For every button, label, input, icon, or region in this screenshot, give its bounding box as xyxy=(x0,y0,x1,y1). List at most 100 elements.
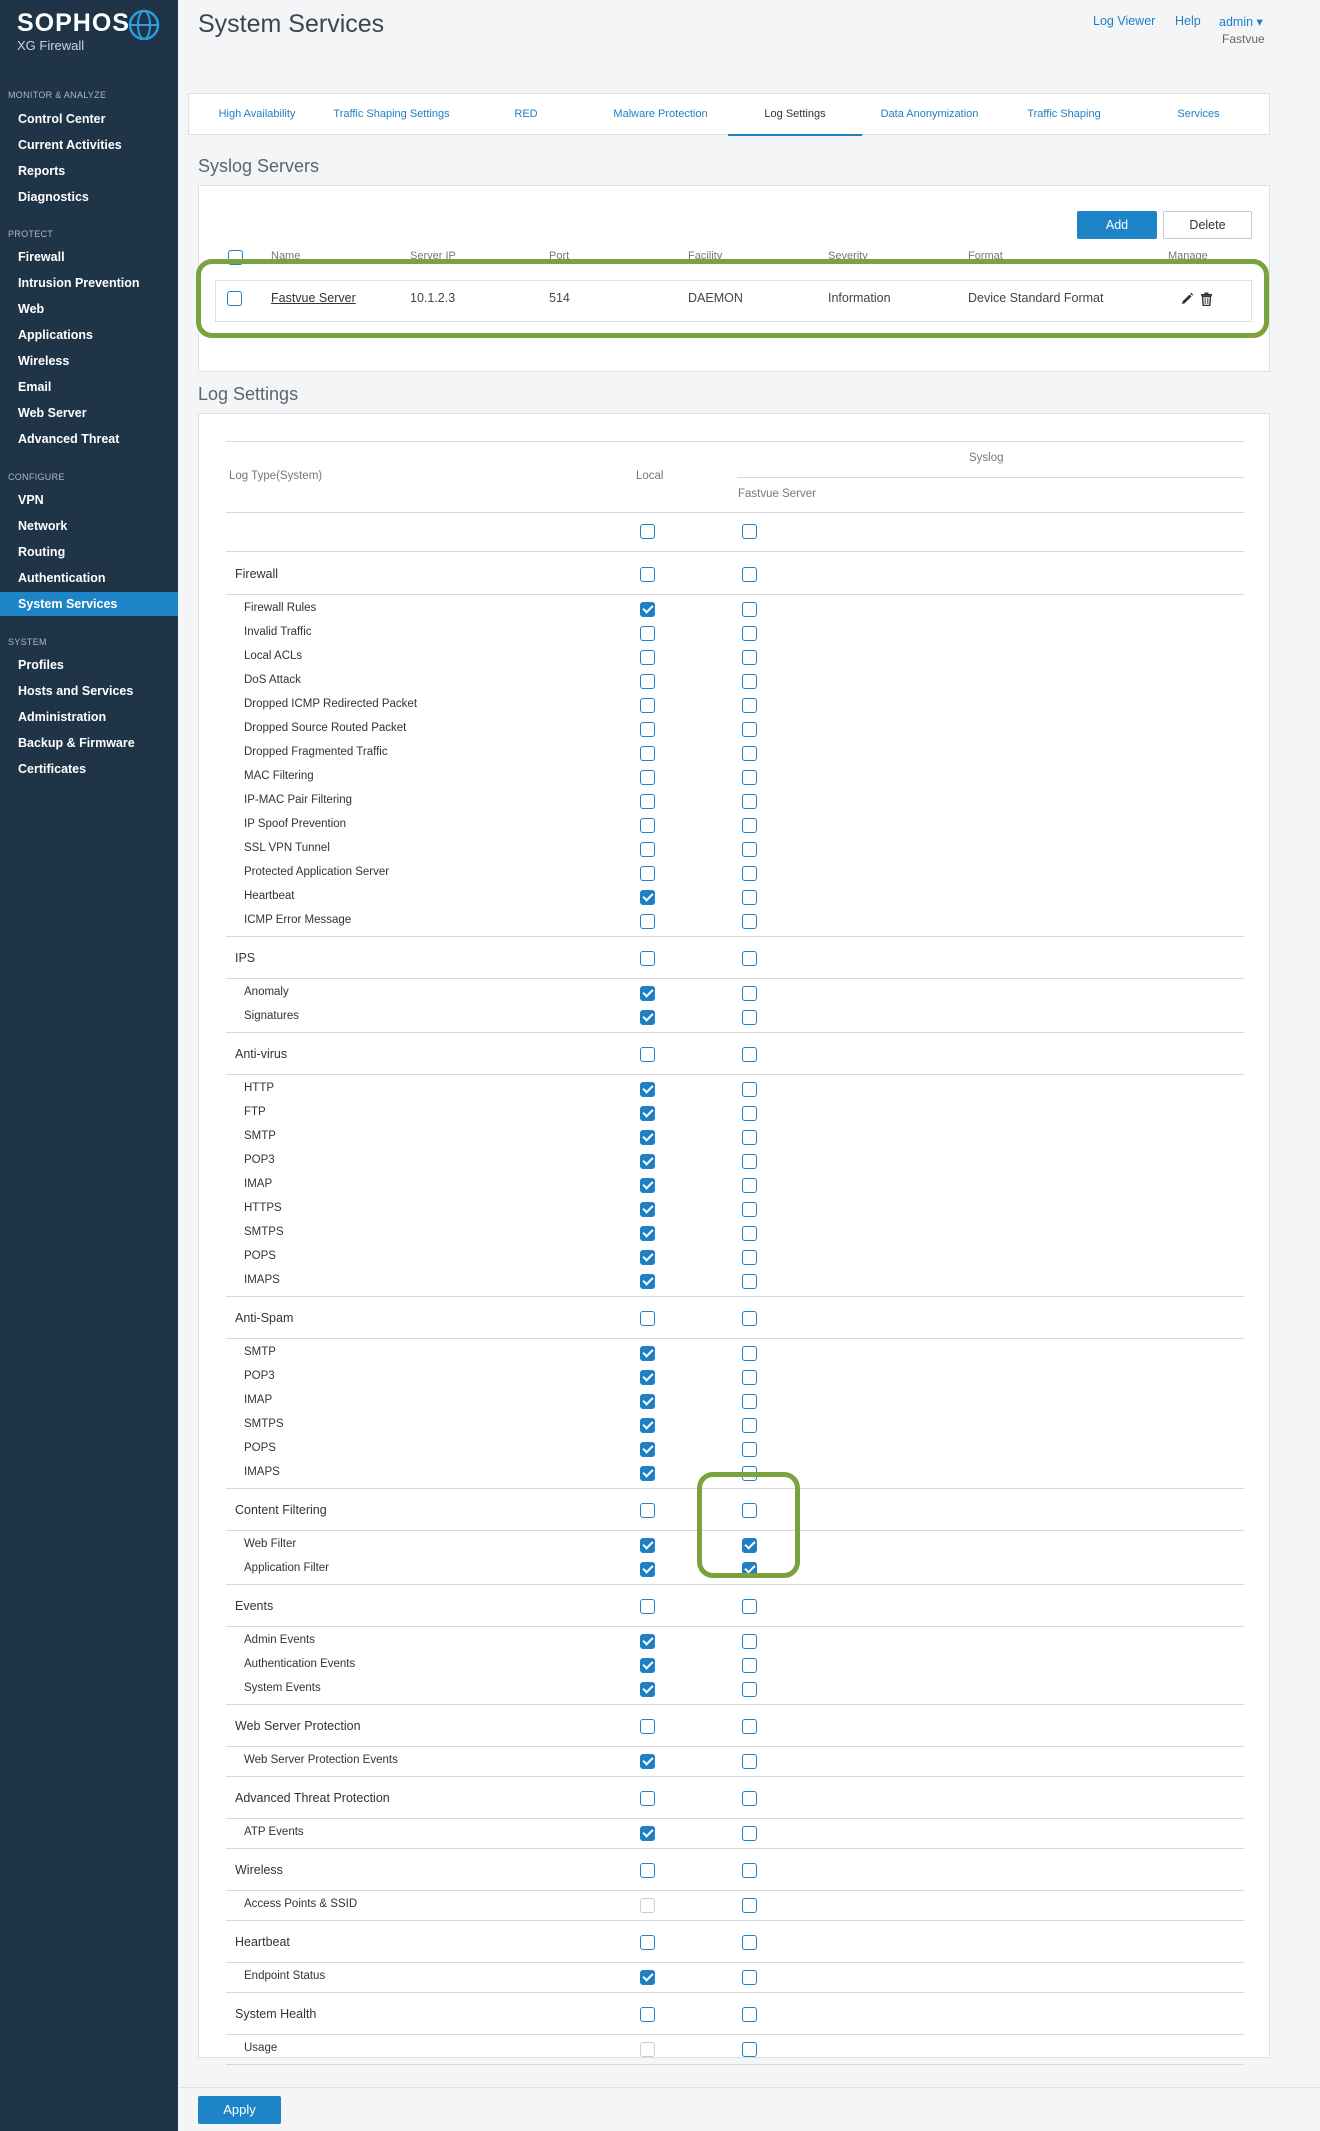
firewall-dropped-fragmented-traffic-syslog-checkbox[interactable] xyxy=(742,746,757,761)
server-name-link[interactable]: Fastvue Server xyxy=(271,291,356,305)
events-system-events-syslog-checkbox[interactable] xyxy=(742,1682,757,1697)
ips-anomaly-local-checkbox[interactable] xyxy=(640,986,655,1001)
content-filtering-application-filter-local-checkbox[interactable] xyxy=(640,1562,655,1577)
anti-virus-syslog-checkbox[interactable] xyxy=(742,1047,757,1062)
firewall-ssl-vpn-tunnel-local-checkbox[interactable] xyxy=(640,842,655,857)
ips-signatures-local-checkbox[interactable] xyxy=(640,1010,655,1025)
anti-spam-imap-local-checkbox[interactable] xyxy=(640,1394,655,1409)
firewall-ip-mac-pair-filtering-syslog-checkbox[interactable] xyxy=(742,794,757,809)
select-all-syslog-checkbox[interactable] xyxy=(742,524,757,539)
trash-icon[interactable] xyxy=(1200,292,1213,306)
advanced-threat-protection-syslog-checkbox[interactable] xyxy=(742,1791,757,1806)
firewall-local-acls-syslog-checkbox[interactable] xyxy=(742,650,757,665)
web-server-protection-local-checkbox[interactable] xyxy=(640,1719,655,1734)
tab-data-anonymization[interactable]: Data Anonymization xyxy=(863,94,997,136)
tab-traffic-shaping[interactable]: Traffic Shaping xyxy=(997,94,1131,136)
anti-virus-smtp-syslog-checkbox[interactable] xyxy=(742,1130,757,1145)
sidebar-item-control-center[interactable]: Control Center xyxy=(0,107,178,131)
anti-virus-imap-syslog-checkbox[interactable] xyxy=(742,1178,757,1193)
anti-virus-smtps-local-checkbox[interactable] xyxy=(640,1226,655,1241)
sidebar-item-network[interactable]: Network xyxy=(0,514,178,538)
firewall-invalid-traffic-local-checkbox[interactable] xyxy=(640,626,655,641)
firewall-invalid-traffic-syslog-checkbox[interactable] xyxy=(742,626,757,641)
firewall-dropped-icmp-redirected-packet-syslog-checkbox[interactable] xyxy=(742,698,757,713)
sidebar-item-applications[interactable]: Applications xyxy=(0,323,178,347)
heartbeat-local-checkbox[interactable] xyxy=(640,1935,655,1950)
anti-spam-smtps-syslog-checkbox[interactable] xyxy=(742,1418,757,1433)
anti-spam-smtp-syslog-checkbox[interactable] xyxy=(742,1346,757,1361)
advanced-threat-protection-local-checkbox[interactable] xyxy=(640,1791,655,1806)
anti-spam-imap-syslog-checkbox[interactable] xyxy=(742,1394,757,1409)
sidebar-item-system-services[interactable]: System Services xyxy=(0,592,178,616)
sidebar-item-advanced-threat[interactable]: Advanced Threat xyxy=(0,427,178,451)
sidebar-item-backup-firmware[interactable]: Backup & Firmware xyxy=(0,731,178,755)
firewall-ip-spoof-prevention-syslog-checkbox[interactable] xyxy=(742,818,757,833)
log-viewer-link[interactable]: Log Viewer xyxy=(1093,14,1155,28)
sidebar-item-web[interactable]: Web xyxy=(0,297,178,321)
anti-virus-ftp-syslog-checkbox[interactable] xyxy=(742,1106,757,1121)
heartbeat-endpoint-status-local-checkbox[interactable] xyxy=(640,1970,655,1985)
firewall-heartbeat-syslog-checkbox[interactable] xyxy=(742,890,757,905)
anti-virus-pop3-local-checkbox[interactable] xyxy=(640,1154,655,1169)
sidebar-item-administration[interactable]: Administration xyxy=(0,705,178,729)
firewall-protected-application-server-syslog-checkbox[interactable] xyxy=(742,866,757,881)
anti-virus-imaps-syslog-checkbox[interactable] xyxy=(742,1274,757,1289)
anti-virus-pops-syslog-checkbox[interactable] xyxy=(742,1250,757,1265)
anti-spam-smtp-local-checkbox[interactable] xyxy=(640,1346,655,1361)
firewall-mac-filtering-local-checkbox[interactable] xyxy=(640,770,655,785)
system-health-local-checkbox[interactable] xyxy=(640,2007,655,2022)
tab-traffic-shaping-settings[interactable]: Traffic Shaping Settings xyxy=(325,94,459,136)
firewall-ssl-vpn-tunnel-syslog-checkbox[interactable] xyxy=(742,842,757,857)
content-filtering-application-filter-syslog-checkbox[interactable] xyxy=(742,1562,757,1577)
firewall-heartbeat-local-checkbox[interactable] xyxy=(640,890,655,905)
sidebar-item-reports[interactable]: Reports xyxy=(0,159,178,183)
anti-virus-http-syslog-checkbox[interactable] xyxy=(742,1082,757,1097)
tab-high-availability[interactable]: High Availability xyxy=(190,94,324,136)
anti-virus-http-local-checkbox[interactable] xyxy=(640,1082,655,1097)
content-filtering-web-filter-local-checkbox[interactable] xyxy=(640,1538,655,1553)
anti-spam-imaps-local-checkbox[interactable] xyxy=(640,1466,655,1481)
sidebar-item-wireless[interactable]: Wireless xyxy=(0,349,178,373)
anti-virus-local-checkbox[interactable] xyxy=(640,1047,655,1062)
tab-services[interactable]: Services xyxy=(1132,94,1266,136)
firewall-dropped-source-routed-packet-syslog-checkbox[interactable] xyxy=(742,722,757,737)
web-server-protection-web-server-protection-events-local-checkbox[interactable] xyxy=(640,1754,655,1769)
events-admin-events-local-checkbox[interactable] xyxy=(640,1634,655,1649)
sidebar-item-routing[interactable]: Routing xyxy=(0,540,178,564)
sidebar-item-authentication[interactable]: Authentication xyxy=(0,566,178,590)
delete-button[interactable]: Delete xyxy=(1163,211,1252,239)
firewall-local-acls-local-checkbox[interactable] xyxy=(640,650,655,665)
content-filtering-local-checkbox[interactable] xyxy=(640,1503,655,1518)
sidebar-item-certificates[interactable]: Certificates xyxy=(0,757,178,781)
select-all-servers-checkbox[interactable] xyxy=(228,250,243,265)
heartbeat-syslog-checkbox[interactable] xyxy=(742,1935,757,1950)
sidebar-item-vpn[interactable]: VPN xyxy=(0,488,178,512)
ips-syslog-checkbox[interactable] xyxy=(742,951,757,966)
sidebar-item-profiles[interactable]: Profiles xyxy=(0,653,178,677)
tab-red[interactable]: RED xyxy=(459,94,593,136)
firewall-ip-mac-pair-filtering-local-checkbox[interactable] xyxy=(640,794,655,809)
advanced-threat-protection-atp-events-syslog-checkbox[interactable] xyxy=(742,1826,757,1841)
anti-virus-smtp-local-checkbox[interactable] xyxy=(640,1130,655,1145)
content-filtering-syslog-checkbox[interactable] xyxy=(742,1503,757,1518)
system-health-usage-syslog-checkbox[interactable] xyxy=(742,2042,757,2057)
events-authentication-events-local-checkbox[interactable] xyxy=(640,1658,655,1673)
events-syslog-checkbox[interactable] xyxy=(742,1599,757,1614)
anti-spam-pops-local-checkbox[interactable] xyxy=(640,1442,655,1457)
events-authentication-events-syslog-checkbox[interactable] xyxy=(742,1658,757,1673)
anti-virus-https-syslog-checkbox[interactable] xyxy=(742,1202,757,1217)
web-server-protection-syslog-checkbox[interactable] xyxy=(742,1719,757,1734)
firewall-icmp-error-message-syslog-checkbox[interactable] xyxy=(742,914,757,929)
sidebar-item-diagnostics[interactable]: Diagnostics xyxy=(0,185,178,209)
sidebar-item-firewall[interactable]: Firewall xyxy=(0,245,178,269)
sidebar-item-intrusion-prevention[interactable]: Intrusion Prevention xyxy=(0,271,178,295)
firewall-dos-attack-syslog-checkbox[interactable] xyxy=(742,674,757,689)
firewall-dropped-icmp-redirected-packet-local-checkbox[interactable] xyxy=(640,698,655,713)
advanced-threat-protection-atp-events-local-checkbox[interactable] xyxy=(640,1826,655,1841)
heartbeat-endpoint-status-syslog-checkbox[interactable] xyxy=(742,1970,757,1985)
firewall-mac-filtering-syslog-checkbox[interactable] xyxy=(742,770,757,785)
events-admin-events-syslog-checkbox[interactable] xyxy=(742,1634,757,1649)
anti-spam-syslog-checkbox[interactable] xyxy=(742,1311,757,1326)
firewall-syslog-checkbox[interactable] xyxy=(742,567,757,582)
firewall-icmp-error-message-local-checkbox[interactable] xyxy=(640,914,655,929)
